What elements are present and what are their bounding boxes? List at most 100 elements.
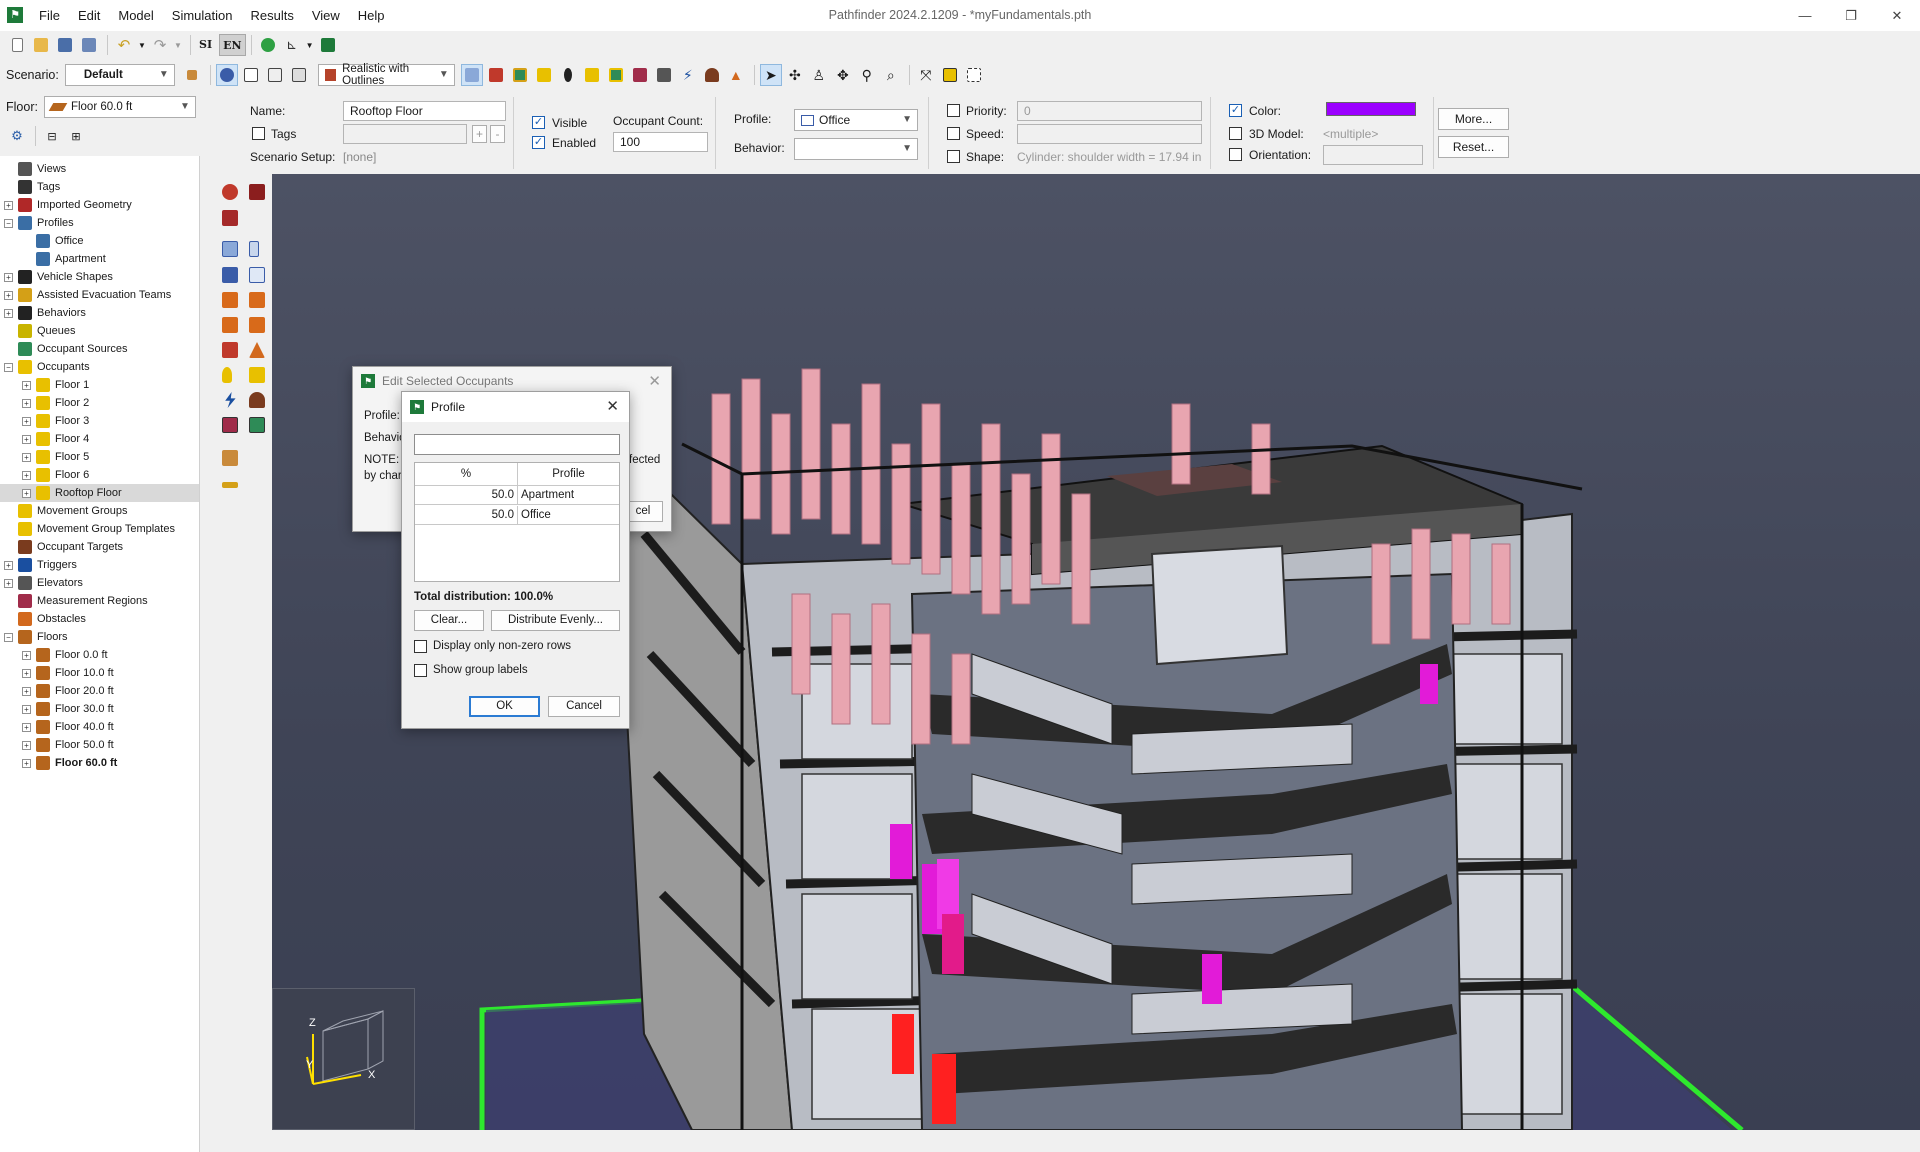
- thin-wall-tool-icon[interactable]: [249, 241, 259, 257]
- tags-checkbox[interactable]: [252, 127, 265, 140]
- tree-item[interactable]: + Floor 50.0 ft: [0, 736, 199, 754]
- show-triggers-icon[interactable]: ⚡: [677, 64, 699, 86]
- results-dropdown-icon[interactable]: ▼: [305, 34, 315, 56]
- tree-item[interactable]: + Elevators: [0, 574, 199, 592]
- select-cursor-icon[interactable]: ➤: [759, 64, 782, 86]
- expand-icon[interactable]: +: [22, 416, 31, 426]
- navigation-cube[interactable]: Z Y X: [272, 988, 415, 1130]
- orientation-checkbox[interactable]: [1229, 148, 1242, 161]
- expand-icon[interactable]: +: [4, 272, 13, 282]
- tree-item[interactable]: + Floor 10.0 ft: [0, 664, 199, 682]
- expand-all-icon[interactable]: ⊞: [65, 125, 87, 147]
- ok-button[interactable]: OK: [469, 696, 540, 717]
- menu-results[interactable]: Results: [241, 0, 302, 31]
- expand-icon[interactable]: +: [4, 308, 13, 318]
- reset-button[interactable]: Reset...: [1438, 136, 1509, 158]
- speed-checkbox[interactable]: [947, 127, 960, 140]
- tree-item[interactable]: + Rooftop Floor: [0, 484, 199, 502]
- mirror-tool-icon[interactable]: [222, 210, 238, 226]
- name-field[interactable]: Rooftop Floor: [343, 101, 506, 121]
- color-checkbox[interactable]: ✓: [1229, 104, 1242, 117]
- orientation-field[interactable]: [1323, 145, 1423, 165]
- room-tool-icon[interactable]: [222, 241, 238, 257]
- expand-icon[interactable]: +: [22, 488, 31, 498]
- scenario-select[interactable]: Default ▼: [64, 64, 175, 86]
- nonzero-rows-checkbox[interactable]: [414, 640, 427, 653]
- show-behaviors-icon[interactable]: [557, 64, 579, 86]
- priority-checkbox[interactable]: [947, 104, 960, 117]
- zoom-box-icon[interactable]: ⌕: [880, 64, 902, 86]
- expand-icon[interactable]: +: [4, 200, 13, 210]
- show-doors-icon[interactable]: [653, 64, 675, 86]
- tree-item[interactable]: + Imported Geometry: [0, 196, 199, 214]
- redo-dropdown-icon[interactable]: ▼: [173, 34, 183, 56]
- visible-checkbox[interactable]: ✓: [532, 116, 545, 129]
- tree-item[interactable]: + Floor 4: [0, 430, 199, 448]
- expand-icon[interactable]: +: [22, 452, 31, 462]
- redo-icon[interactable]: ↷: [149, 34, 171, 56]
- scenario-tree-icon[interactable]: [181, 64, 203, 86]
- zoom-extents-icon[interactable]: ⤧: [915, 64, 937, 86]
- expand-icon[interactable]: +: [22, 668, 31, 678]
- tags-field[interactable]: [343, 124, 467, 144]
- undo-dropdown-icon[interactable]: ▼: [137, 34, 147, 56]
- source-tool-icon[interactable]: [249, 417, 265, 433]
- close-icon[interactable]: ✕: [606, 397, 619, 415]
- tree-item[interactable]: + Floor 1: [0, 376, 199, 394]
- expand-icon[interactable]: +: [22, 434, 31, 444]
- tree-item[interactable]: Office: [0, 232, 199, 250]
- expand-icon[interactable]: +: [22, 740, 31, 750]
- group-labels-checkbox[interactable]: [414, 664, 427, 677]
- profile-filter-input[interactable]: [414, 434, 620, 455]
- shape-checkbox[interactable]: [947, 150, 960, 163]
- tree-filter-icon[interactable]: ⚙: [6, 125, 28, 147]
- cancel-button[interactable]: Cancel: [548, 696, 620, 717]
- place-assisted-tool-icon[interactable]: [222, 450, 238, 466]
- tree-item[interactable]: + Floor 40.0 ft: [0, 718, 199, 736]
- add-tag-button[interactable]: +: [472, 125, 487, 143]
- two-way-door-tool-icon[interactable]: [249, 292, 265, 308]
- pathfinder-results-icon[interactable]: [317, 34, 339, 56]
- trigger-tool-icon[interactable]: [225, 392, 236, 408]
- menu-file[interactable]: File: [30, 0, 69, 31]
- save-icon[interactable]: [54, 34, 76, 56]
- expand-icon[interactable]: +: [22, 650, 31, 660]
- tree-item[interactable]: Occupant Targets: [0, 538, 199, 556]
- expand-icon[interactable]: +: [22, 398, 31, 408]
- expand-icon[interactable]: +: [4, 290, 13, 300]
- zoom-icon[interactable]: ⚲: [856, 64, 878, 86]
- show-sources-icon[interactable]: [605, 64, 627, 86]
- rotate-tool-icon[interactable]: [249, 184, 265, 200]
- expand-icon[interactable]: +: [22, 380, 31, 390]
- show-occupants-icon[interactable]: [533, 64, 555, 86]
- color-swatch[interactable]: [1326, 102, 1416, 116]
- elevator-tool-icon[interactable]: [249, 317, 265, 333]
- tree-item[interactable]: − Occupants: [0, 358, 199, 376]
- paste-view-icon[interactable]: [264, 64, 286, 86]
- tree-item[interactable]: Obstacles: [0, 610, 199, 628]
- menu-model[interactable]: Model: [109, 0, 162, 31]
- expand-icon[interactable]: +: [22, 704, 31, 714]
- remove-tag-button[interactable]: -: [490, 125, 505, 143]
- show-measurement-icon[interactable]: [629, 64, 651, 86]
- tree-item[interactable]: Queues: [0, 322, 199, 340]
- zoom-fit-icon[interactable]: [963, 64, 985, 86]
- show-targets-icon[interactable]: [701, 64, 723, 86]
- show-rooms-icon[interactable]: [509, 64, 531, 86]
- tree-item[interactable]: Occupant Sources: [0, 340, 199, 358]
- percent-column-header[interactable]: %: [415, 463, 518, 486]
- minimize-button[interactable]: —: [1782, 0, 1828, 31]
- tree-item[interactable]: + Assisted Evacuation Teams: [0, 286, 199, 304]
- tree-item[interactable]: Movement Groups: [0, 502, 199, 520]
- show-geometry-icon[interactable]: [460, 64, 483, 86]
- expand-icon[interactable]: +: [22, 722, 31, 732]
- tree-item[interactable]: Apartment: [0, 250, 199, 268]
- tree-item[interactable]: + Floor 30.0 ft: [0, 700, 199, 718]
- close-window-button[interactable]: ✕: [1874, 0, 1920, 31]
- show-imported-geometry-icon[interactable]: [485, 64, 507, 86]
- collapse-all-icon[interactable]: ⊟: [41, 125, 63, 147]
- perspective-view-icon[interactable]: [215, 64, 238, 86]
- occupant-count-field[interactable]: 100: [613, 132, 708, 152]
- expand-icon[interactable]: +: [22, 470, 31, 480]
- tree-item[interactable]: Measurement Regions: [0, 592, 199, 610]
